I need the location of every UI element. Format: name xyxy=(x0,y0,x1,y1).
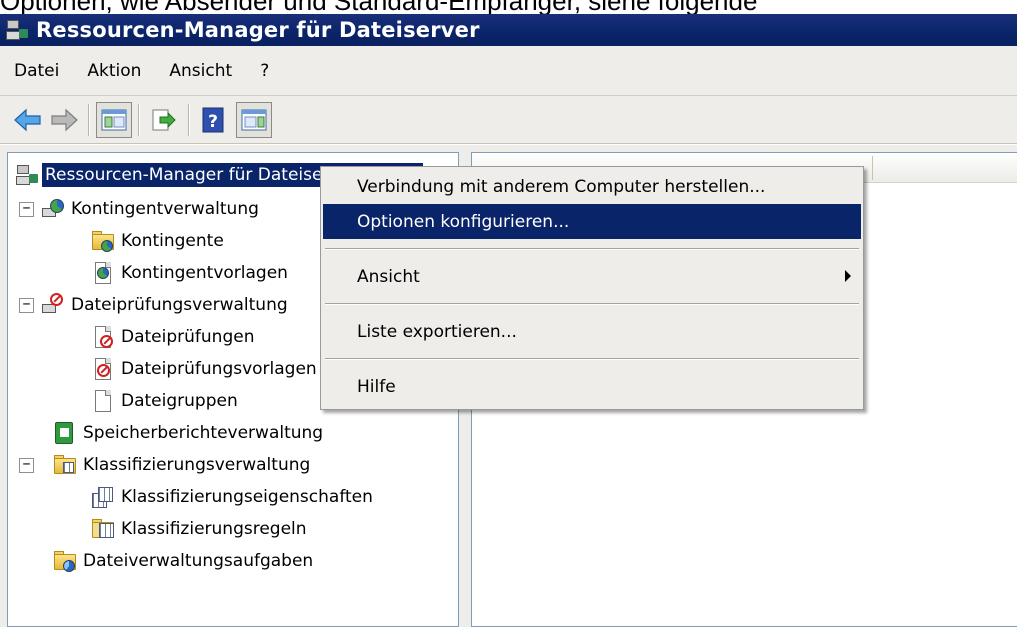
menu-ansicht[interactable]: Ansicht xyxy=(167,59,234,83)
menu-bar: Datei Aktion Ansicht ? xyxy=(0,46,1017,96)
tree-item-label: Speicherberichteverwaltung xyxy=(83,423,324,443)
file-screening-management-icon xyxy=(40,292,66,318)
forward-arrow-icon[interactable] xyxy=(46,102,82,138)
submenu-arrow-icon xyxy=(845,270,851,282)
toolbar-separator xyxy=(138,103,140,136)
tree-item-kontingentvorlagen[interactable]: Kontingentvorlagen xyxy=(90,257,291,289)
tree-item-dateipruefungen[interactable]: Dateiprüfungen xyxy=(90,321,257,353)
menu-item-help[interactable]: Hilfe xyxy=(323,369,861,404)
back-arrow-icon[interactable] xyxy=(10,102,46,138)
menu-item-view[interactable]: Ansicht xyxy=(323,259,861,294)
show-hide-action-pane-icon[interactable] xyxy=(236,101,272,138)
tree-item-label: Dateiprüfungsverwaltung xyxy=(71,295,288,315)
server-app-icon xyxy=(4,17,32,43)
file-group-icon xyxy=(90,388,116,414)
toolbar-separator xyxy=(188,103,190,136)
window-title: Ressourcen-Manager für Dateiserver xyxy=(36,18,480,42)
show-hide-console-tree-icon[interactable] xyxy=(96,101,132,138)
quota-management-icon xyxy=(40,196,66,222)
file-screen-icon xyxy=(90,324,116,350)
tree-item-label: Kontingentverwaltung xyxy=(71,199,259,219)
column-divider[interactable] xyxy=(872,156,873,180)
file-screen-template-icon xyxy=(90,356,116,382)
menu-item-export-list[interactable]: Liste exportieren... xyxy=(323,314,861,349)
tree-item-dateipruefungsvorlagen[interactable]: Dateiprüfungsvorlagen xyxy=(90,353,320,385)
classification-rules-icon xyxy=(90,516,116,542)
tree-item-label: Dateiprüfungen xyxy=(121,327,255,347)
collapse-toggle[interactable]: − xyxy=(19,458,34,473)
tree-item-label: Dateiprüfungsvorlagen xyxy=(121,359,317,379)
tree-item-label: Kontingentvorlagen xyxy=(121,263,288,283)
tree-item-klassifizierungseigenschaften[interactable]: Klassifizierungseigenschaften xyxy=(90,481,376,513)
context-menu: Verbindung mit anderem Computer herstell… xyxy=(320,166,864,410)
tree-item-kontingentverwaltung[interactable]: Kontingentverwaltung xyxy=(40,193,262,225)
menu-item-configure-options[interactable]: Optionen konfigurieren... xyxy=(323,204,861,239)
menu-separator xyxy=(325,248,859,250)
tree-item-dateipruefungsverwaltung[interactable]: Dateiprüfungsverwaltung xyxy=(40,289,291,321)
title-bar: Ressourcen-Manager für Dateiserver xyxy=(0,14,1017,46)
tree-item-kontingente[interactable]: Kontingente xyxy=(90,225,227,257)
quota-folder-icon xyxy=(90,228,116,254)
tree-item-dateiverwaltungsaufgaben[interactable]: Dateiverwaltungsaufgaben xyxy=(52,545,316,577)
tree-item-label: Dateigruppen xyxy=(121,391,238,411)
toolbar: ? xyxy=(0,96,1017,144)
help-icon[interactable]: ? xyxy=(196,102,232,138)
classification-properties-icon xyxy=(90,484,116,510)
storage-reports-icon xyxy=(52,420,78,446)
menu-help[interactable]: ? xyxy=(258,59,271,83)
file-management-tasks-icon xyxy=(52,548,78,574)
menu-item-connect[interactable]: Verbindung mit anderem Computer herstell… xyxy=(323,169,861,204)
tree-item-label: Klassifizierungseigenschaften xyxy=(121,487,373,507)
tree-item-label: Klassifizierungsregeln xyxy=(121,519,307,539)
tree-item-dateigruppen[interactable]: Dateigruppen xyxy=(90,385,241,417)
collapse-toggle[interactable]: − xyxy=(19,298,34,313)
menu-separator xyxy=(325,358,859,360)
toolbar-separator xyxy=(88,103,90,136)
quota-template-icon xyxy=(90,260,116,286)
menu-item-label: Ansicht xyxy=(357,266,420,287)
collapse-toggle[interactable]: − xyxy=(19,202,34,217)
tree-item-speicherberichteverwaltung[interactable]: Speicherberichteverwaltung xyxy=(52,417,326,449)
tree-item-klassifizierungsregeln[interactable]: Klassifizierungsregeln xyxy=(90,513,310,545)
svg-text:?: ? xyxy=(208,112,218,132)
menu-datei[interactable]: Datei xyxy=(12,59,61,83)
export-list-icon[interactable] xyxy=(146,102,182,138)
tree-item-label: Kontingente xyxy=(121,231,224,251)
tree-item-label: Dateiverwaltungsaufgaben xyxy=(83,551,314,571)
classification-folder-icon xyxy=(52,452,78,478)
menu-aktion[interactable]: Aktion xyxy=(85,59,143,83)
caption-text: Optionen, wie Absender und Standard-Empf… xyxy=(0,0,758,15)
server-icon xyxy=(14,162,40,188)
tree-item-klassifizierungsverwaltung[interactable]: Klassifizierungsverwaltung xyxy=(52,449,313,481)
menu-separator xyxy=(325,303,859,305)
tree-item-label: Klassifizierungsverwaltung xyxy=(83,455,311,475)
